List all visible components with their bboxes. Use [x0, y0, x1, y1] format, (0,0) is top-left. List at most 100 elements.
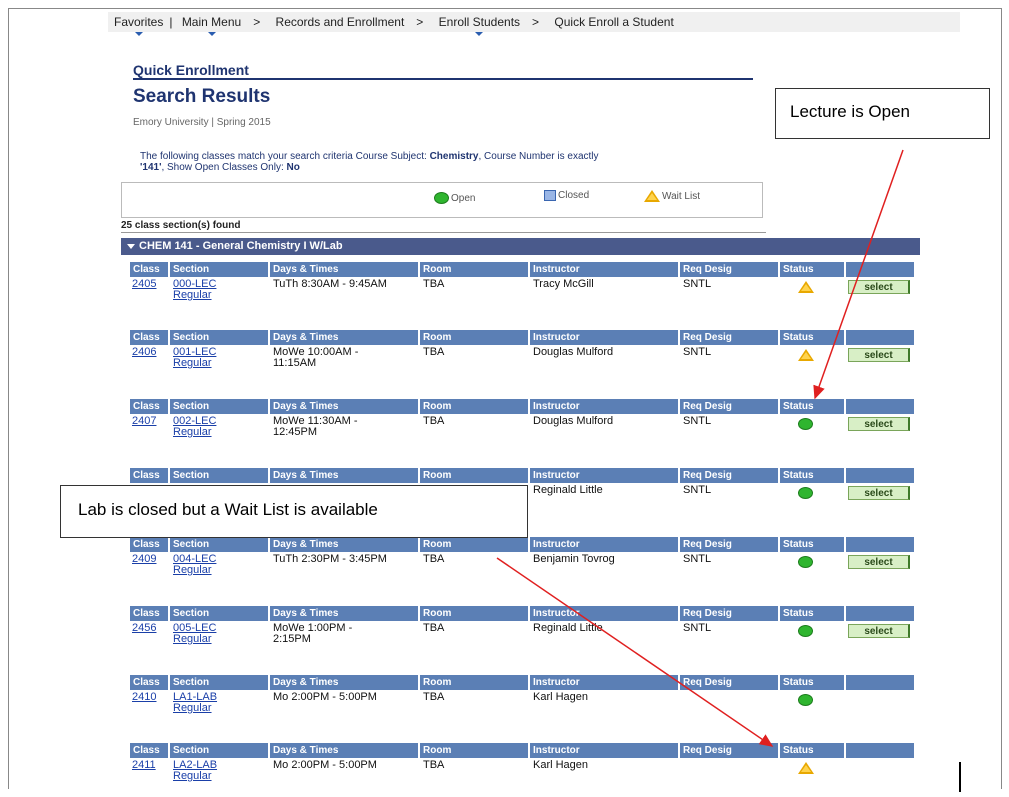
class-number-link[interactable]: 2407: [132, 416, 156, 427]
column-header: Class: [130, 743, 168, 758]
column-header-row: Class Section Days & Times Room Instructor Re…: [130, 262, 914, 277]
column-header-row: Class Section Days & Times Room Instructor Re…: [130, 330, 914, 345]
column-header: Room: [420, 675, 528, 690]
waitlist-status-icon: [798, 281, 814, 296]
column-header: Room: [420, 537, 528, 552]
column-header: Req Desig: [680, 330, 778, 345]
session-link[interactable]: Regular: [173, 703, 217, 714]
class-number-link[interactable]: 2406: [132, 347, 156, 358]
column-header: Req Desig: [680, 675, 778, 690]
results-count: 25 class section(s) found: [121, 220, 241, 231]
session-link[interactable]: Regular: [173, 771, 217, 782]
table-row: 2456 005-LEC Regular MoWe 1:00PM - 2:15PM TB…: [130, 621, 914, 651]
column-header-blank: [846, 537, 914, 552]
req-desig: SNTL: [683, 346, 712, 358]
room: TBA: [423, 622, 445, 634]
column-header-row: Class Section Days & Times Room Instructor Re…: [130, 675, 914, 690]
breadcrumb-separator: >: [253, 15, 261, 29]
column-header: Status: [780, 262, 844, 277]
days-times: MoWe 11:30AM - 12:45PM: [273, 415, 358, 438]
breadcrumb-separator: >: [532, 15, 540, 29]
column-header: Req Desig: [680, 537, 778, 552]
session-link[interactable]: Regular: [173, 565, 216, 576]
column-header: Class: [130, 399, 168, 414]
table-row: 2409 004-LEC Regular TuTh 2:30PM - 3:45PM TB…: [130, 552, 914, 582]
select-button[interactable]: select: [848, 486, 910, 500]
column-header: Days & Times: [270, 743, 418, 758]
class-number-link[interactable]: 2409: [132, 554, 156, 565]
status-legend: Open Closed Wait List: [121, 182, 763, 218]
callout-lecture-open: Lecture is Open: [775, 88, 990, 139]
days-times: MoWe 10:00AM - 11:15AM: [273, 346, 359, 369]
session-link[interactable]: Regular: [173, 290, 216, 301]
column-header: Room: [420, 262, 528, 277]
column-header: Room: [420, 743, 528, 758]
column-header: Req Desig: [680, 743, 778, 758]
column-header-blank: [846, 743, 914, 758]
select-button[interactable]: select: [848, 417, 910, 431]
column-header: Class: [130, 468, 168, 483]
class-section-block: Class Section Days & Times Room Instructor Re…: [130, 330, 914, 375]
breadcrumb-favorites[interactable]: Favorites: [114, 15, 163, 29]
column-header: Days & Times: [270, 262, 418, 277]
institution-term: Emory University | Spring 2015: [133, 117, 271, 128]
instructor: Reginald Little: [533, 484, 603, 496]
column-header-row: Class Section Days & Times Room Instructor Re…: [130, 399, 914, 414]
instructor: Karl Hagen: [533, 759, 589, 771]
column-header: Status: [780, 743, 844, 758]
section-heading: Quick Enrollment: [133, 62, 249, 78]
column-header: Section: [170, 537, 268, 552]
column-header-blank: [846, 606, 914, 621]
breadcrumb-enroll-students[interactable]: Enroll Students: [439, 15, 520, 29]
collapse-arrow-icon[interactable]: [127, 243, 135, 249]
column-header: Section: [170, 468, 268, 483]
section-cell: 000-LEC Regular: [173, 279, 216, 301]
column-header: Status: [780, 468, 844, 483]
instructor: Douglas Mulford: [533, 415, 614, 427]
req-desig: SNTL: [683, 553, 712, 565]
column-header: Req Desig: [680, 606, 778, 621]
table-row: 2406 001-LEC Regular MoWe 10:00AM - 11:15AM…: [130, 345, 914, 375]
class-section-block: Class Section Days & Times Room Instructor Re…: [130, 675, 914, 720]
column-header-row: Class Section Days & Times Room Instructor Re…: [130, 468, 914, 483]
breadcrumb-quick-enroll[interactable]: Quick Enroll a Student: [554, 15, 673, 29]
open-status-icon: [798, 694, 813, 709]
column-header: Days & Times: [270, 675, 418, 690]
class-number-link[interactable]: 2410: [132, 692, 156, 703]
course-group-header[interactable]: CHEM 141 - General Chemistry I W/Lab: [121, 238, 920, 255]
session-link[interactable]: Regular: [173, 358, 216, 369]
session-link[interactable]: Regular: [173, 427, 216, 438]
column-header: Instructor: [530, 399, 678, 414]
column-header-blank: [846, 399, 914, 414]
column-header-row: Class Section Days & Times Room Instructor Re…: [130, 537, 914, 552]
req-desig: SNTL: [683, 278, 712, 290]
column-header: Instructor: [530, 675, 678, 690]
days-times: Mo 2:00PM - 5:00PM: [273, 759, 377, 771]
room: TBA: [423, 759, 445, 771]
column-header-row: Class Section Days & Times Room Instructor Re…: [130, 743, 914, 758]
select-button[interactable]: select: [848, 624, 910, 638]
select-button[interactable]: select: [848, 555, 910, 569]
instructor: Tracy McGill: [533, 278, 594, 290]
column-header-blank: [846, 468, 914, 483]
room: TBA: [423, 346, 445, 358]
session-link[interactable]: Regular: [173, 634, 216, 645]
req-desig: SNTL: [683, 622, 712, 634]
column-header: Instructor: [530, 606, 678, 621]
callout-lab-waitlist: Lab is closed but a Wait List is availab…: [60, 485, 528, 538]
legend-open: Open: [434, 192, 475, 204]
open-status-icon: [798, 625, 813, 640]
days-times: TuTh 8:30AM - 9:45AM: [273, 278, 387, 290]
breadcrumb-records[interactable]: Records and Enrollment: [276, 15, 405, 29]
breadcrumb-main-menu[interactable]: Main Menu: [182, 15, 241, 29]
class-number-link[interactable]: 2405: [132, 279, 156, 290]
select-button[interactable]: select: [848, 348, 910, 362]
waitlist-status-icon: [798, 349, 814, 364]
class-number-link[interactable]: 2456: [132, 623, 156, 634]
room: TBA: [423, 553, 445, 565]
class-number-link[interactable]: 2411: [132, 760, 156, 771]
column-header: Instructor: [530, 330, 678, 345]
open-status-icon: [798, 487, 813, 502]
select-button[interactable]: select: [848, 280, 910, 294]
column-header: Instructor: [530, 262, 678, 277]
